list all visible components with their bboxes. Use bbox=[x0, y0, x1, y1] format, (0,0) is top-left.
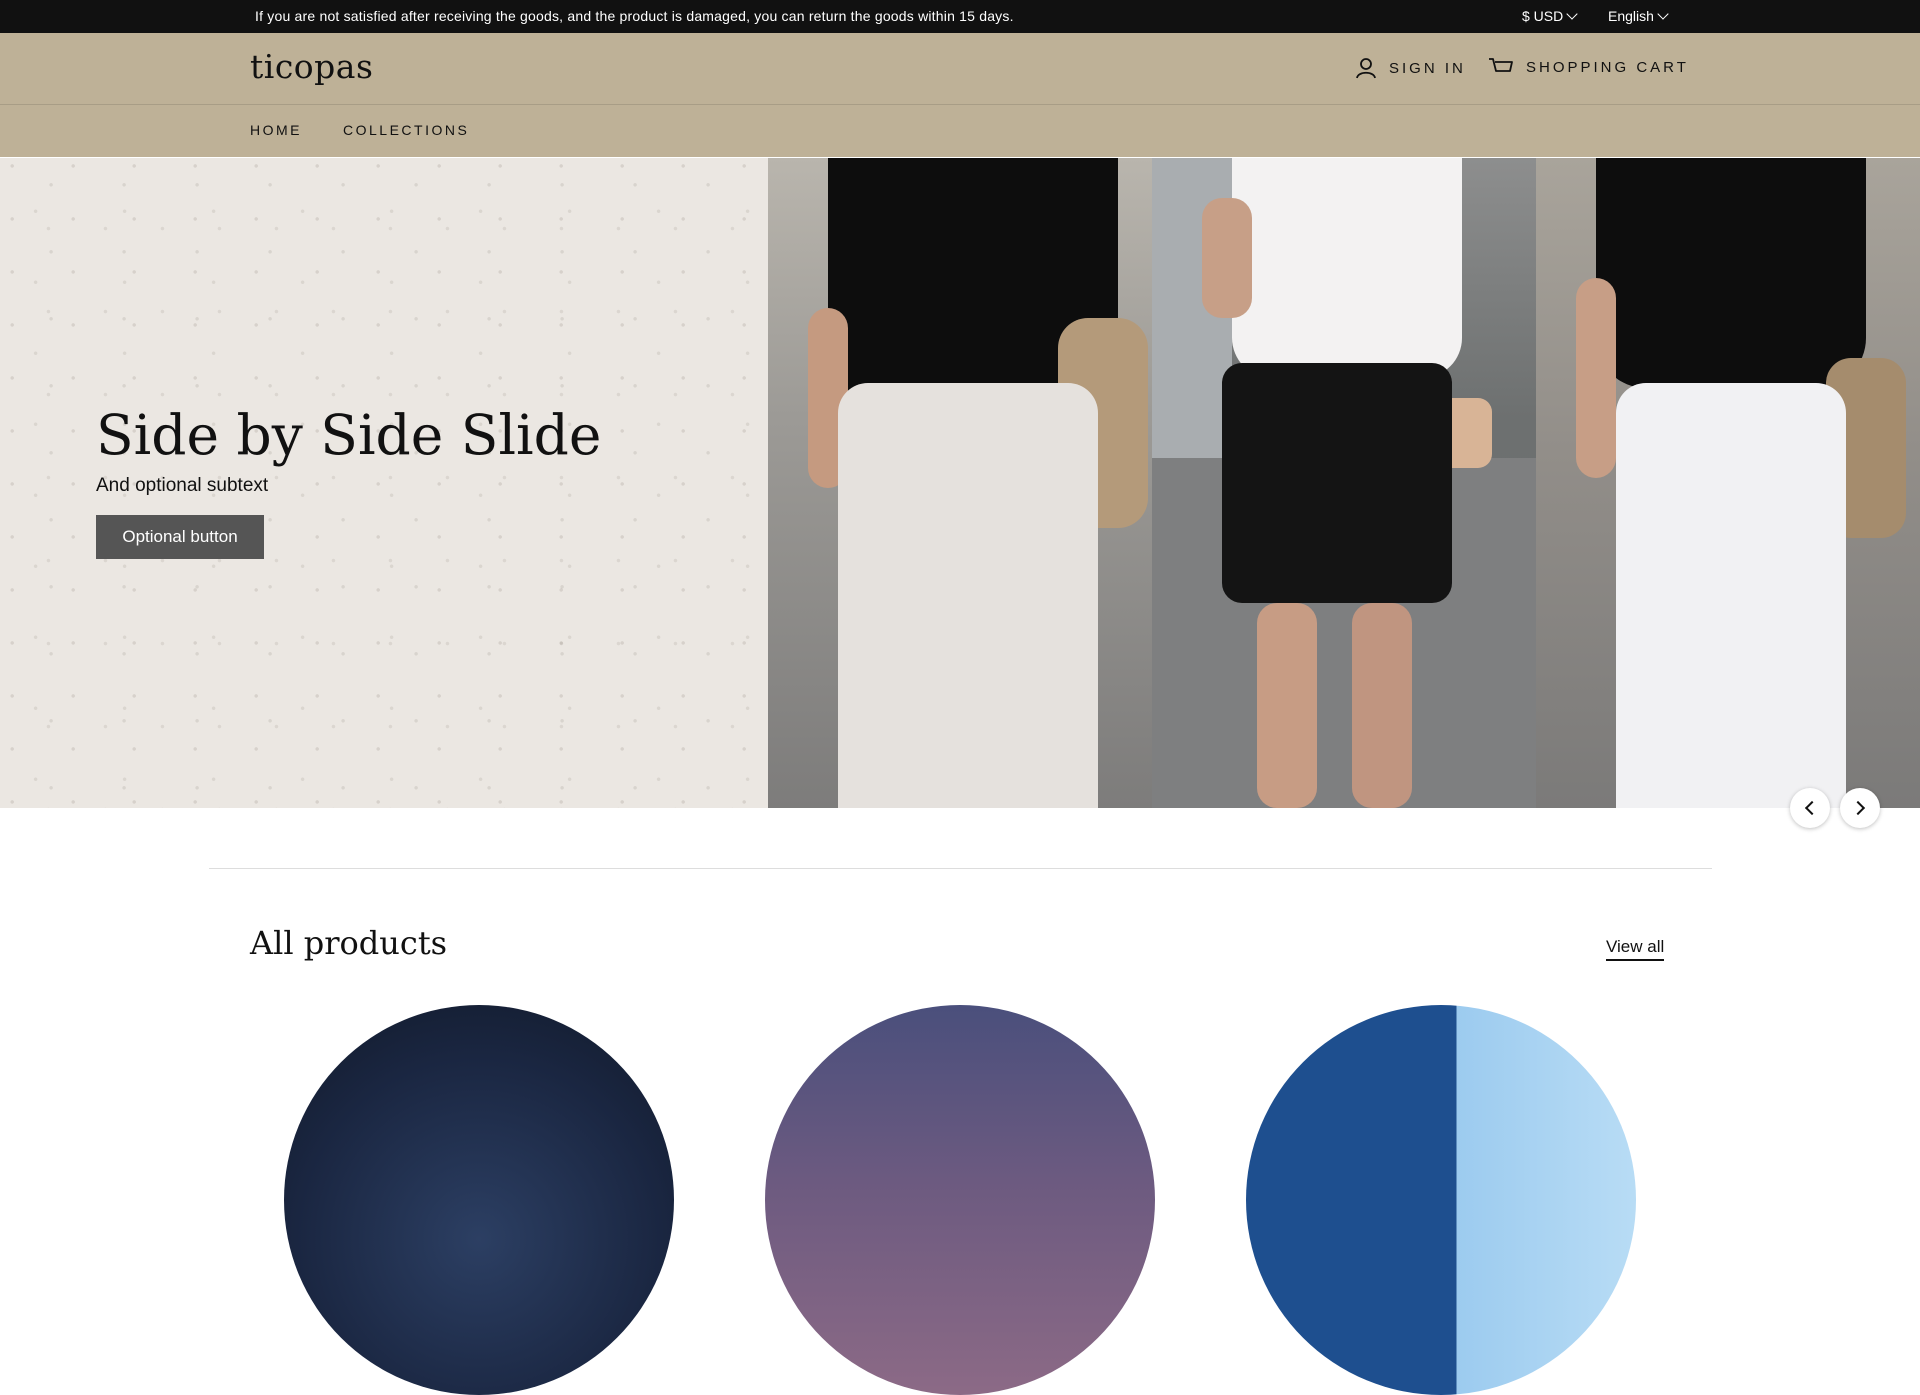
announcement-text: If you are not satisfied after receiving… bbox=[255, 8, 1014, 24]
chevron-down-icon bbox=[1657, 8, 1669, 20]
chevron-down-icon bbox=[1566, 8, 1578, 20]
product-image[interactable] bbox=[284, 1005, 674, 1395]
hero-text-panel: Side by Side Slide And optional subtext … bbox=[0, 158, 768, 808]
hero-image-panel bbox=[768, 158, 1152, 808]
cart-label: SHOPPING CART bbox=[1526, 58, 1689, 76]
chevron-left-icon bbox=[1804, 800, 1820, 816]
currency-selector[interactable]: $ USD bbox=[1522, 8, 1578, 24]
hero-subtext: And optional subtext bbox=[96, 475, 269, 496]
view-all-link[interactable]: View all bbox=[1606, 937, 1665, 961]
section-title: All products bbox=[250, 924, 448, 962]
hero-image-panel bbox=[1152, 158, 1536, 808]
hero-button[interactable]: Optional button bbox=[96, 515, 264, 559]
shopping-cart-link[interactable]: SHOPPING CART bbox=[1488, 57, 1689, 77]
sign-in-label: SIGN IN bbox=[1389, 59, 1466, 77]
product-image[interactable] bbox=[1246, 1005, 1636, 1395]
hero-image-panel bbox=[1536, 158, 1920, 808]
user-icon bbox=[1356, 58, 1376, 79]
carousel-prev-button[interactable] bbox=[1790, 788, 1830, 828]
carousel-next-button[interactable] bbox=[1840, 788, 1880, 828]
hero-title: Side by Side Slide bbox=[96, 403, 602, 467]
section-divider bbox=[209, 868, 1712, 869]
site-logo[interactable]: ticopas bbox=[250, 47, 373, 86]
chevron-right-icon bbox=[1850, 800, 1866, 816]
nav-item-collections[interactable]: COLLECTIONS bbox=[343, 122, 469, 138]
hero-image bbox=[768, 158, 1920, 808]
product-image[interactable] bbox=[765, 1005, 1155, 1395]
language-selector[interactable]: English bbox=[1608, 8, 1669, 24]
cart-icon bbox=[1489, 58, 1513, 72]
sign-in-link[interactable]: SIGN IN bbox=[1355, 57, 1466, 79]
nav-item-home[interactable]: HOME bbox=[250, 122, 302, 138]
language-label: English bbox=[1608, 8, 1654, 24]
currency-label: $ USD bbox=[1522, 8, 1564, 24]
announcement-bar: If you are not satisfied after receiving… bbox=[0, 0, 1920, 33]
main-navigation: HOME COLLECTIONS bbox=[0, 105, 1920, 157]
site-header: ticopas SIGN IN SHOPPING CART bbox=[0, 33, 1920, 105]
